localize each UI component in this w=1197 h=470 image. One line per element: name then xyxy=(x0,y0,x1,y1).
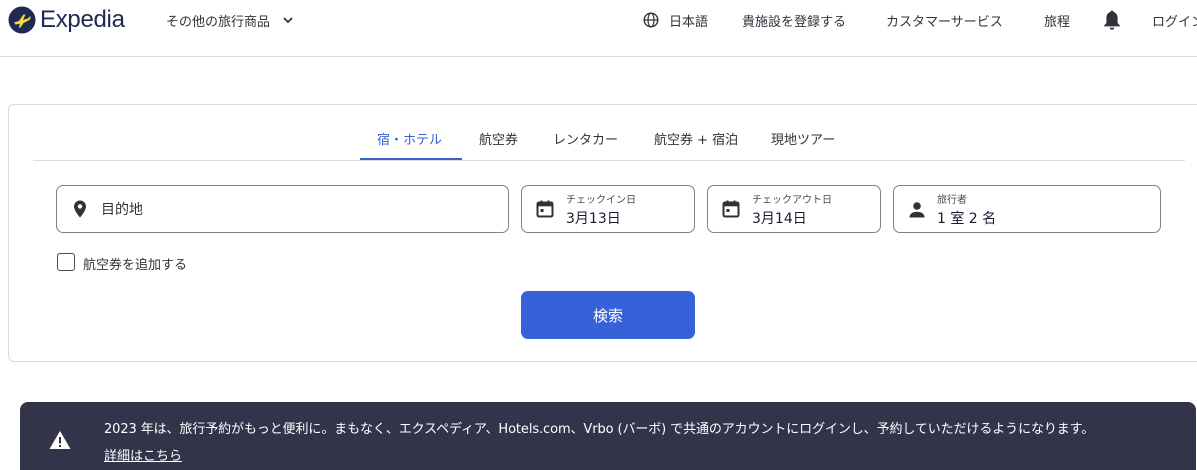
add-flight-checkbox[interactable] xyxy=(57,253,75,271)
tab-stays[interactable]: 宿・ホテル xyxy=(377,129,442,148)
more-travel-label: その他の旅行商品 xyxy=(166,14,271,30)
checkout-value: 3月14日 xyxy=(752,211,807,227)
tab-packages[interactable]: 航空券 + 宿泊 xyxy=(654,129,738,148)
active-tab-indicator xyxy=(360,158,462,160)
destination-placeholder: 目的地 xyxy=(101,202,143,218)
top-header: Expedia その他の旅行商品 日本語 貴施設を登録する カスタマーサービス … xyxy=(0,0,1197,57)
tab-flights[interactable]: 航空券 xyxy=(479,129,518,148)
chevron-down-icon xyxy=(283,17,293,24)
language-selector[interactable]: 日本語 xyxy=(643,10,708,30)
more-travel-menu[interactable]: その他の旅行商品 xyxy=(166,10,294,30)
expedia-logo[interactable]: Expedia xyxy=(8,6,125,34)
expedia-plane-logo-icon xyxy=(8,6,36,34)
person-icon xyxy=(909,202,925,218)
checkout-field[interactable]: チェックアウト日 3月14日 xyxy=(707,185,881,233)
checkin-value: 3月13日 xyxy=(566,211,621,227)
tab-cars[interactable]: レンタカー xyxy=(553,129,618,148)
search-button[interactable]: 検索 xyxy=(521,291,695,339)
travelers-field[interactable]: 旅行者 1 室 2 名 xyxy=(893,185,1161,233)
checkin-field[interactable]: チェックイン日 3月13日 xyxy=(521,185,695,233)
logo-text: Expedia xyxy=(40,6,125,33)
language-label: 日本語 xyxy=(669,14,709,30)
location-pin-icon xyxy=(74,200,86,218)
checkout-label: チェックアウト日 xyxy=(752,195,832,206)
warning-icon xyxy=(49,431,71,449)
tab-things-to-do[interactable]: 現地ツアー xyxy=(771,129,835,148)
travelers-label: 旅行者 xyxy=(937,195,967,206)
trips-link[interactable]: 旅程 xyxy=(1044,10,1070,30)
calendar-icon xyxy=(536,200,554,218)
bell-icon[interactable] xyxy=(1102,9,1122,31)
login-link[interactable]: ログイン xyxy=(1152,10,1197,30)
globe-icon xyxy=(643,12,659,28)
calendar-icon xyxy=(722,200,740,218)
list-property-link[interactable]: 貴施設を登録する xyxy=(742,10,846,30)
search-tabs: 宿・ホテル 航空券 レンタカー 航空券 + 宿泊 現地ツアー xyxy=(33,105,1185,161)
learn-more-link[interactable]: 詳細はこちら xyxy=(104,445,182,464)
customer-service-link[interactable]: カスタマーサービス xyxy=(886,10,1003,30)
travelers-value: 1 室 2 名 xyxy=(937,211,997,227)
banner-message: 2023 年は、旅行予約がもっと便利に。まもなく、エクスペディア、Hotels.… xyxy=(104,422,1095,437)
add-flight-label[interactable]: 航空券を追加する xyxy=(83,254,187,273)
destination-field[interactable]: 目的地 xyxy=(56,185,509,233)
search-card: 宿・ホテル 航空券 レンタカー 航空券 + 宿泊 現地ツアー 目的地 チェックイ… xyxy=(8,104,1197,362)
account-notice-banner: 2023 年は、旅行予約がもっと便利に。まもなく、エクスペディア、Hotels.… xyxy=(20,402,1196,470)
checkin-label: チェックイン日 xyxy=(566,195,636,206)
